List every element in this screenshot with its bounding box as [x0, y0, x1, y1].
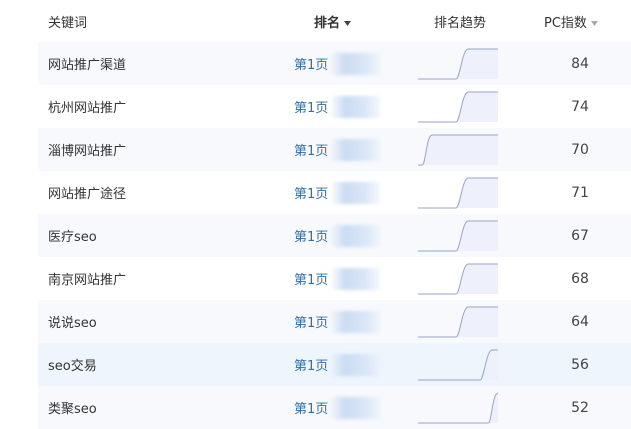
header-pc-index-label: PC指数: [544, 15, 587, 31]
table-row[interactable]: 医疗seo 第1页 67: [38, 214, 631, 257]
trend-area: [418, 307, 498, 337]
pc-index-value: 68: [571, 270, 589, 287]
rank-link[interactable]: 第1页: [294, 355, 328, 374]
rank-link[interactable]: 第1页: [294, 398, 328, 417]
table-row[interactable]: seo交易 第1页 56: [38, 343, 631, 386]
trend-line: [418, 392, 498, 424]
table-row[interactable]: 网站推广渠道 第1页 84: [38, 42, 631, 85]
sort-caret-icon: [590, 20, 598, 26]
table-row[interactable]: 说说seo 第1页 64: [38, 300, 631, 343]
rank-trend-sparkline: [418, 306, 498, 338]
trend-area: [418, 49, 498, 79]
rank-trend-sparkline: [418, 349, 498, 381]
redacted-rank-detail: [330, 225, 380, 247]
table-row[interactable]: 淄博网站推广 第1页 70: [38, 128, 631, 171]
rank-link[interactable]: 第1页: [294, 140, 328, 159]
header-keyword: 关键词: [48, 15, 88, 31]
header-rank-label: 排名: [314, 15, 341, 31]
rank-link[interactable]: 第1页: [294, 54, 328, 73]
pc-index-value: 70: [571, 141, 589, 158]
redacted-rank-detail: [330, 96, 380, 118]
redacted-rank-detail: [330, 139, 380, 161]
header-pc-index-sort[interactable]: PC指数: [544, 12, 598, 31]
keyword-link[interactable]: 杭州网站推广: [48, 97, 126, 116]
redacted-rank-detail: [330, 268, 380, 290]
table-header: 关键词 排名 排名趋势 PC指数: [38, 0, 631, 42]
keyword-link[interactable]: 网站推广渠道: [48, 54, 126, 73]
rank-trend-sparkline: [418, 392, 498, 424]
rank-trend-sparkline: [418, 177, 498, 209]
redacted-rank-detail: [330, 182, 380, 204]
rank-link[interactable]: 第1页: [294, 97, 328, 116]
rank-trend-sparkline: [418, 220, 498, 252]
trend-area: [418, 178, 498, 208]
trend-area: [418, 264, 498, 294]
keyword-link[interactable]: 医疗seo: [48, 226, 97, 245]
trend-area: [418, 221, 498, 251]
redacted-rank-detail: [330, 397, 380, 419]
rank-trend-sparkline: [418, 263, 498, 295]
rank-link[interactable]: 第1页: [294, 183, 328, 202]
pc-index-value: 56: [571, 356, 589, 373]
header-trend: 排名趋势: [434, 15, 487, 31]
table-row[interactable]: 南京网站推广 第1页 68: [38, 257, 631, 300]
rank-trend-sparkline: [418, 91, 498, 123]
redacted-rank-detail: [330, 311, 380, 333]
keyword-link[interactable]: seo交易: [48, 355, 97, 374]
rank-trend-sparkline: [418, 134, 498, 166]
redacted-rank-detail: [330, 354, 380, 376]
pc-index-value: 84: [571, 55, 589, 72]
trend-area: [418, 135, 498, 165]
header-rank-sort[interactable]: 排名: [314, 12, 352, 31]
trend-area: [418, 393, 498, 423]
pc-index-value: 64: [571, 313, 589, 330]
table-row[interactable]: 杭州网站推广 第1页 74: [38, 85, 631, 128]
rank-trend-sparkline: [418, 48, 498, 80]
trend-area: [418, 92, 498, 122]
trend-area: [418, 350, 498, 380]
keyword-link[interactable]: 类聚seo: [48, 398, 97, 417]
pc-index-value: 74: [571, 98, 589, 115]
sort-caret-icon: [344, 20, 352, 26]
pc-index-value: 52: [571, 399, 589, 416]
pc-index-value: 67: [571, 227, 589, 244]
redacted-rank-detail: [330, 53, 380, 75]
keyword-link[interactable]: 南京网站推广: [48, 269, 126, 288]
pc-index-value: 71: [571, 184, 589, 201]
rank-link[interactable]: 第1页: [294, 312, 328, 331]
rank-link[interactable]: 第1页: [294, 269, 328, 288]
table-row[interactable]: 网站推广途径 第1页 71: [38, 171, 631, 214]
rank-link[interactable]: 第1页: [294, 226, 328, 245]
keyword-link[interactable]: 淄博网站推广: [48, 140, 126, 159]
keyword-ranking-table: 关键词 排名 排名趋势 PC指数 网站推广渠道 第1页 84 杭州网站推广 第1页 74 淄…: [38, 0, 631, 429]
keyword-link[interactable]: 网站推广途径: [48, 183, 126, 202]
keyword-link[interactable]: 说说seo: [48, 312, 97, 331]
